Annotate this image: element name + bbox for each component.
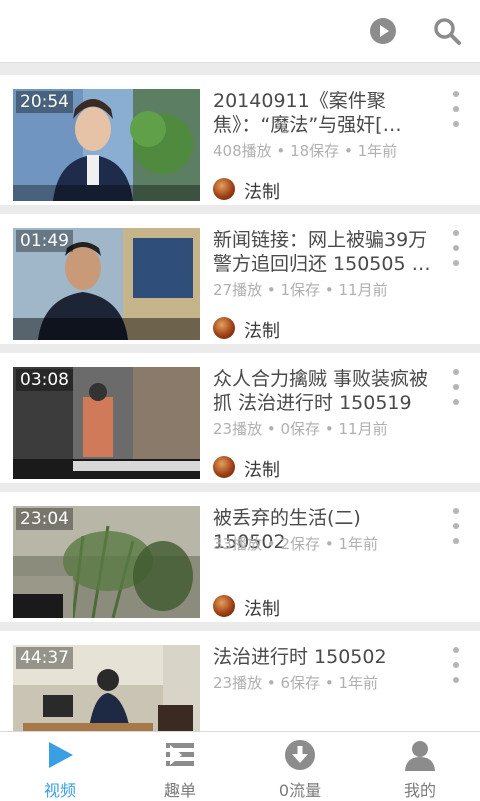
- upload-time: 1年前: [338, 535, 379, 553]
- upload-time: 1年前: [338, 674, 379, 692]
- video-meta: 23播放 • 6保存 • 1年前: [213, 674, 379, 692]
- more-options-icon[interactable]: [446, 230, 466, 266]
- save-count: 18保存: [290, 142, 340, 160]
- more-options-icon[interactable]: [446, 647, 466, 683]
- video-meta: 23播放 • 0保存 • 11月前: [213, 420, 388, 438]
- video-meta: 408播放 • 18保存 • 1年前: [213, 142, 398, 160]
- video-thumbnail[interactable]: 03:08: [13, 367, 200, 479]
- video-title[interactable]: 众人合力擒贼 事败装疯被抓 法治进行时 150519: [213, 367, 435, 415]
- video-card[interactable]: 23:04 被丢弃的生活(二) 150502 33播放 • 2保存 • 1年前 …: [0, 492, 480, 622]
- tab-label: 我的: [403, 781, 436, 800]
- video-card[interactable]: 03:08 众人合力擒贼 事败装疯被抓 法治进行时 150519 23播放 • …: [0, 353, 480, 483]
- tab-label: 视频: [43, 781, 76, 800]
- tab-videos[interactable]: 视频: [0, 732, 120, 801]
- save-count: 0保存: [280, 420, 321, 438]
- bottom-tab-bar: 视频 趣单 0流量 我的: [0, 731, 480, 801]
- more-options-icon[interactable]: [446, 508, 466, 544]
- play-count: 27播放: [213, 281, 263, 299]
- duration-label: 01:49: [16, 230, 73, 252]
- channel-avatar[interactable]: [213, 595, 235, 617]
- save-count: 1保存: [280, 281, 321, 299]
- video-thumbnail[interactable]: 44:37: [13, 645, 200, 731]
- video-title[interactable]: 20140911《案件聚焦》：“魔法”与强奸[…: [213, 89, 435, 137]
- top-bar: [0, 0, 480, 63]
- play-count: 23播放: [213, 420, 263, 438]
- duration-label: 23:04: [16, 508, 73, 530]
- download-icon: [284, 739, 316, 771]
- video-feed[interactable]: 20:54 20140911《案件聚焦》：“魔法”与强奸[… 408播放 • 1…: [0, 63, 480, 731]
- video-thumbnail[interactable]: 20:54: [13, 89, 200, 201]
- play-triangle-icon: [44, 739, 76, 771]
- duration-label: 20:54: [16, 91, 73, 113]
- channel-name[interactable]: 法制: [244, 456, 280, 482]
- tab-zero-data[interactable]: 0流量: [240, 732, 360, 801]
- play-count: 23播放: [213, 674, 263, 692]
- tab-label: 0流量: [278, 781, 322, 800]
- play-count: 408播放: [213, 142, 272, 160]
- more-options-icon[interactable]: [446, 369, 466, 405]
- video-card[interactable]: 20:54 20140911《案件聚焦》：“魔法”与强奸[… 408播放 • 1…: [0, 75, 480, 205]
- playlist-icon: [164, 739, 196, 771]
- duration-label: 03:08: [16, 369, 73, 391]
- channel-name[interactable]: 法制: [244, 317, 280, 343]
- play-count: 33播放: [213, 535, 263, 553]
- video-card[interactable]: 44:37 法治进行时 150502 23播放 • 6保存 • 1年前 法制: [0, 631, 480, 731]
- upload-time: 11月前: [338, 281, 388, 299]
- video-thumbnail[interactable]: 01:49: [13, 228, 200, 340]
- video-meta: 33播放 • 2保存 • 1年前: [213, 535, 379, 553]
- channel-name[interactable]: 法制: [244, 595, 280, 621]
- upload-time: 11月前: [338, 420, 388, 438]
- play-circle-icon[interactable]: [365, 13, 401, 49]
- video-card[interactable]: 01:49 新闻链接：网上被骗39万 警方追回归还 150505 … 27播放 …: [0, 214, 480, 344]
- upload-time: 1年前: [357, 142, 398, 160]
- tab-label: 趣单: [163, 781, 196, 800]
- video-title[interactable]: 法治进行时 150502: [213, 645, 435, 669]
- tab-playlist[interactable]: 趣单: [120, 732, 240, 801]
- channel-name[interactable]: 法制: [244, 178, 280, 204]
- user-icon: [404, 739, 436, 771]
- video-title[interactable]: 新闻链接：网上被骗39万 警方追回归还 150505 …: [213, 228, 435, 276]
- tab-mine[interactable]: 我的: [360, 732, 480, 801]
- video-meta: 27播放 • 1保存 • 11月前: [213, 281, 388, 299]
- search-icon[interactable]: [429, 13, 465, 49]
- channel-avatar[interactable]: [213, 317, 235, 339]
- video-thumbnail[interactable]: 23:04: [13, 506, 200, 618]
- duration-label: 44:37: [16, 647, 73, 669]
- channel-avatar[interactable]: [213, 456, 235, 478]
- channel-avatar[interactable]: [213, 178, 235, 200]
- more-options-icon[interactable]: [446, 91, 466, 127]
- save-count: 6保存: [280, 674, 321, 692]
- save-count: 2保存: [280, 535, 321, 553]
